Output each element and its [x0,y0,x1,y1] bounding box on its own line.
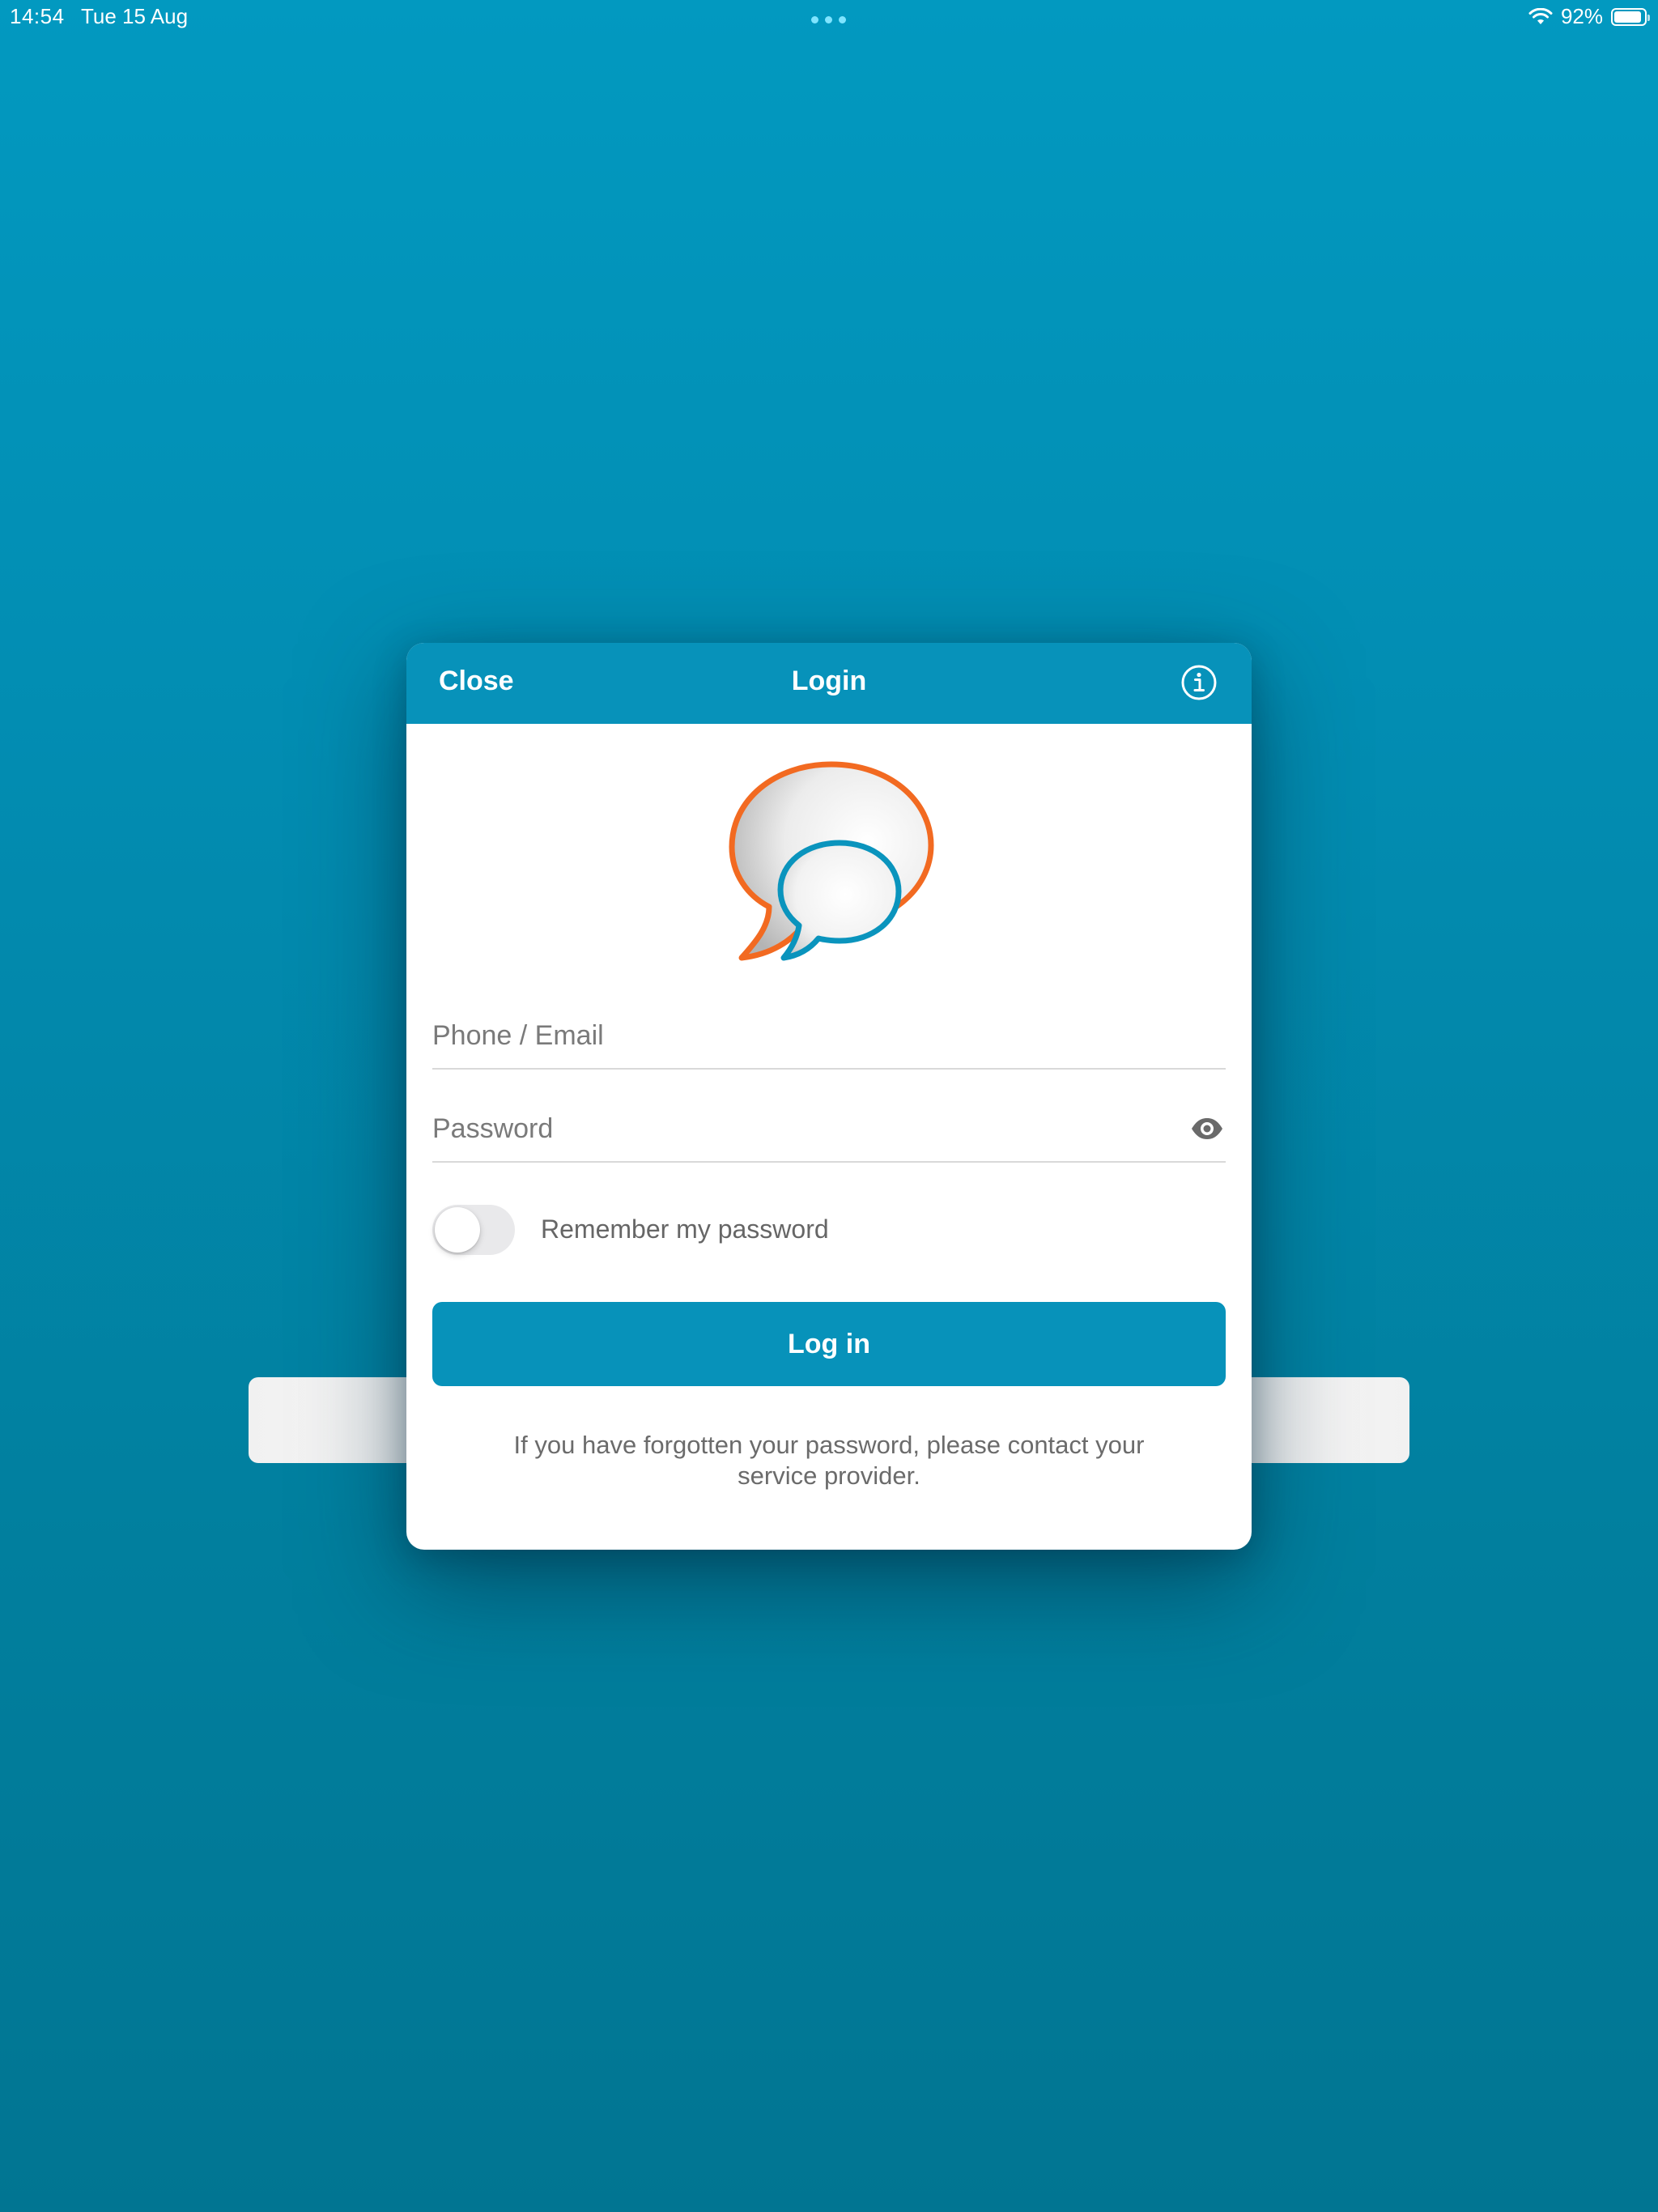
multitasking-dots-icon[interactable] [811,16,846,23]
status-date: Tue 15 Aug [81,4,189,28]
status-indicators: 92% [1528,4,1650,29]
password-input[interactable] [432,1104,1161,1153]
remember-password-label: Remember my password [541,1214,829,1244]
toggle-knob [435,1207,480,1253]
status-bar: 14:54 Tue 15 Aug 92% [0,0,1658,36]
modal-header: Close Login [406,643,1252,724]
info-circle-icon[interactable] [1180,664,1218,701]
login-modal: Close Login Phone / Email Remember my pa… [406,643,1252,1550]
battery-icon [1611,7,1650,26]
status-time: 14:54 [10,4,65,28]
battery-percent: 92% [1560,4,1603,28]
forgot-password-text: If you have forgotten your password, ple… [513,1431,1145,1490]
chat-bubbles-logo-icon [729,761,934,961]
password-field [432,1096,1226,1163]
phone-email-input[interactable] [432,1011,1161,1060]
remember-password-toggle[interactable] [432,1205,515,1255]
battery-fill [1614,11,1642,23]
eye-icon[interactable] [1190,1116,1224,1142]
wifi-icon [1528,7,1553,24]
login-button[interactable]: Log in [432,1302,1226,1386]
phone-email-field [432,1003,1226,1070]
modal-title: Login [791,666,867,696]
